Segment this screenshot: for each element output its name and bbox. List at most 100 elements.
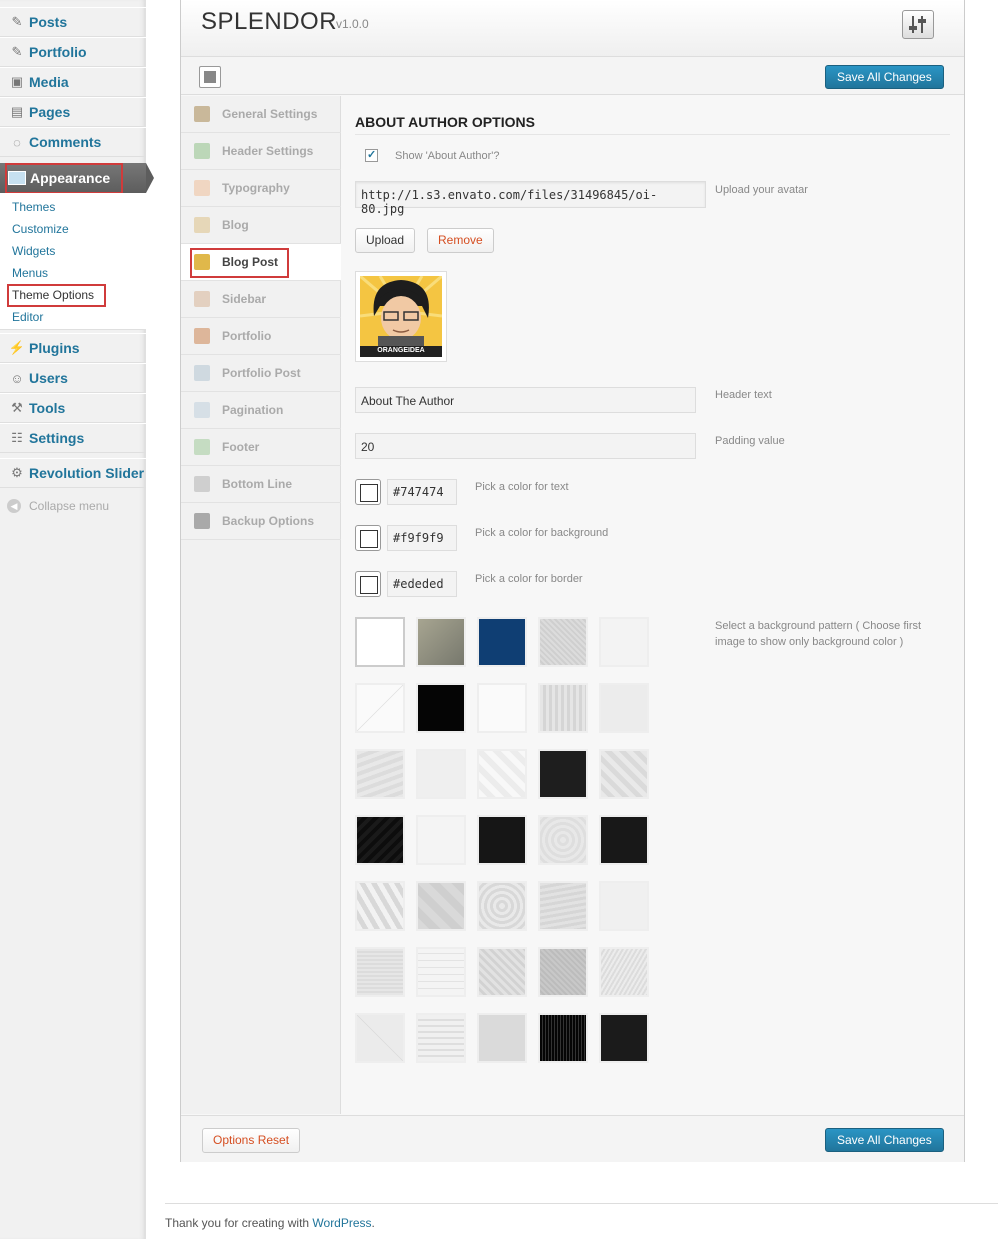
submenu-themes[interactable]: Themes [12,200,55,214]
submenu-menus[interactable]: Menus [12,266,48,280]
menu-item-tools[interactable]: ⚒ Tools [0,393,146,423]
pattern-swatch[interactable] [538,617,588,667]
pattern-swatch[interactable] [599,815,649,865]
nav-label: Blog [222,218,249,232]
nav-pagination[interactable]: Pagination [181,392,341,429]
save-all-button-top[interactable]: Save All Changes [825,65,944,89]
save-all-button-bottom[interactable]: Save All Changes [825,1128,944,1152]
wp-footer: Thank you for creating with WordPress. [165,1203,998,1230]
panel-footer: Options Reset Save All Changes [181,1115,964,1162]
collapse-menu[interactable]: ◀ Collapse menu [0,491,146,521]
upload-button[interactable]: Upload [355,228,416,253]
pattern-swatch[interactable] [599,683,649,733]
pagination-icon [194,402,210,418]
pattern-swatch[interactable] [477,749,527,799]
pattern-swatch[interactable] [355,947,405,997]
nav-portfolio-post[interactable]: Portfolio Post [181,355,341,392]
settings-icon: ☷ [11,430,23,445]
pattern-swatch[interactable] [355,881,405,931]
nav-sidebar[interactable]: Sidebar [181,281,341,318]
text-color-picker: #747474 [355,479,465,507]
panel-header: SPLENDOR v1.0.0 [181,0,964,57]
theme-options-panel: SPLENDOR v1.0.0 Save All Changes General… [180,0,965,1162]
nav-label: Header Settings [222,144,314,158]
nav-label: Footer [222,440,260,454]
pattern-swatch[interactable] [599,617,649,667]
nav-typography[interactable]: Typography [181,170,341,207]
text-color-input[interactable]: #747474 [387,479,457,505]
menu-item-pages[interactable]: ▤ Pages [0,97,146,127]
pattern-swatch[interactable] [477,683,527,733]
pattern-swatch[interactable] [538,815,588,865]
pattern-swatch[interactable] [355,749,405,799]
submenu-customize[interactable]: Customize [12,222,69,236]
pattern-swatch[interactable] [477,1013,527,1063]
pattern-swatch[interactable] [538,947,588,997]
menu-item-comments[interactable]: ◌ Comments [0,127,146,157]
submenu-widgets[interactable]: Widgets [12,244,55,258]
plugin-icon: ⚡ [8,340,26,355]
menu-label: Posts [29,14,68,30]
pattern-swatch[interactable] [538,881,588,931]
pattern-swatch[interactable] [538,749,588,799]
bg-color-swatch[interactable] [355,525,381,551]
bg-color-input[interactable]: #f9f9f9 [387,525,457,551]
pattern-swatch[interactable] [599,947,649,997]
pattern-swatch[interactable] [477,617,527,667]
bottom-line-icon [194,476,210,492]
border-color-swatch[interactable] [355,571,381,597]
pattern-swatch[interactable] [416,815,466,865]
remove-button[interactable]: Remove [427,228,494,253]
menu-item-portfolio[interactable]: ✎ Portfolio [0,37,146,67]
nav-header-settings[interactable]: Header Settings [181,133,341,170]
pattern-swatch[interactable] [355,1013,405,1063]
pattern-swatch[interactable] [477,881,527,931]
nav-portfolio[interactable]: Portfolio [181,318,341,355]
expand-icon[interactable] [199,66,221,88]
pattern-swatch[interactable] [416,881,466,931]
collapse-label: Collapse menu [29,499,110,513]
pattern-swatch[interactable] [538,683,588,733]
border-color-input[interactable]: #ededed [387,571,457,597]
nav-footer[interactable]: Footer [181,429,341,466]
pattern-swatch[interactable] [538,1013,588,1063]
pattern-swatch[interactable] [599,1013,649,1063]
nav-label: Sidebar [222,292,267,306]
nav-blog[interactable]: Blog [181,207,341,244]
nav-label: General Settings [222,107,318,121]
submenu-editor[interactable]: Editor [12,310,43,324]
menu-item-revolution-slider[interactable]: ⚙ Revolution Slider [0,458,146,488]
pattern-swatch[interactable] [416,617,466,667]
menu-item-media[interactable]: ▣ Media [0,67,146,97]
pattern-swatch[interactable] [599,749,649,799]
pattern-swatch[interactable] [355,815,405,865]
pattern-swatch[interactable] [599,881,649,931]
options-reset-button[interactable]: Options Reset [202,1128,301,1153]
show-author-checkbox[interactable] [365,148,378,162]
nav-general-settings[interactable]: General Settings [181,96,341,133]
footer-text: Thank you for creating with [165,1216,313,1230]
nav-bottom-line[interactable]: Bottom Line [181,466,341,503]
text-color-swatch[interactable] [355,479,381,505]
pattern-swatch[interactable] [477,815,527,865]
pattern-swatch[interactable] [416,749,466,799]
menu-item-settings[interactable]: ☷ Settings [0,423,146,453]
pattern-swatch[interactable] [355,617,405,667]
menu-item-plugins[interactable]: ⚡ Plugins [0,333,146,363]
nav-backup-options[interactable]: Backup Options [181,503,341,540]
menu-item-users[interactable]: ☺ Users [0,363,146,393]
avatar-url-input[interactable]: http://1.s3.envato.com/files/31496845/oi… [355,181,706,216]
pin-icon: ✎ [11,14,23,29]
menu-item-posts[interactable]: ✎ Posts [0,7,146,37]
border-color-picker: #ededed [355,571,465,599]
current-arrow [146,163,154,193]
pattern-swatch[interactable] [416,1013,466,1063]
pattern-swatch[interactable] [355,683,405,733]
wordpress-link[interactable]: WordPress [312,1216,371,1230]
pattern-swatch[interactable] [416,683,466,733]
pattern-swatch[interactable] [477,947,527,997]
pattern-swatch[interactable] [416,947,466,997]
header-text-input[interactable]: About The Author [355,387,696,413]
padding-input[interactable]: 20 [355,433,696,459]
nav-label: Portfolio [222,329,272,343]
